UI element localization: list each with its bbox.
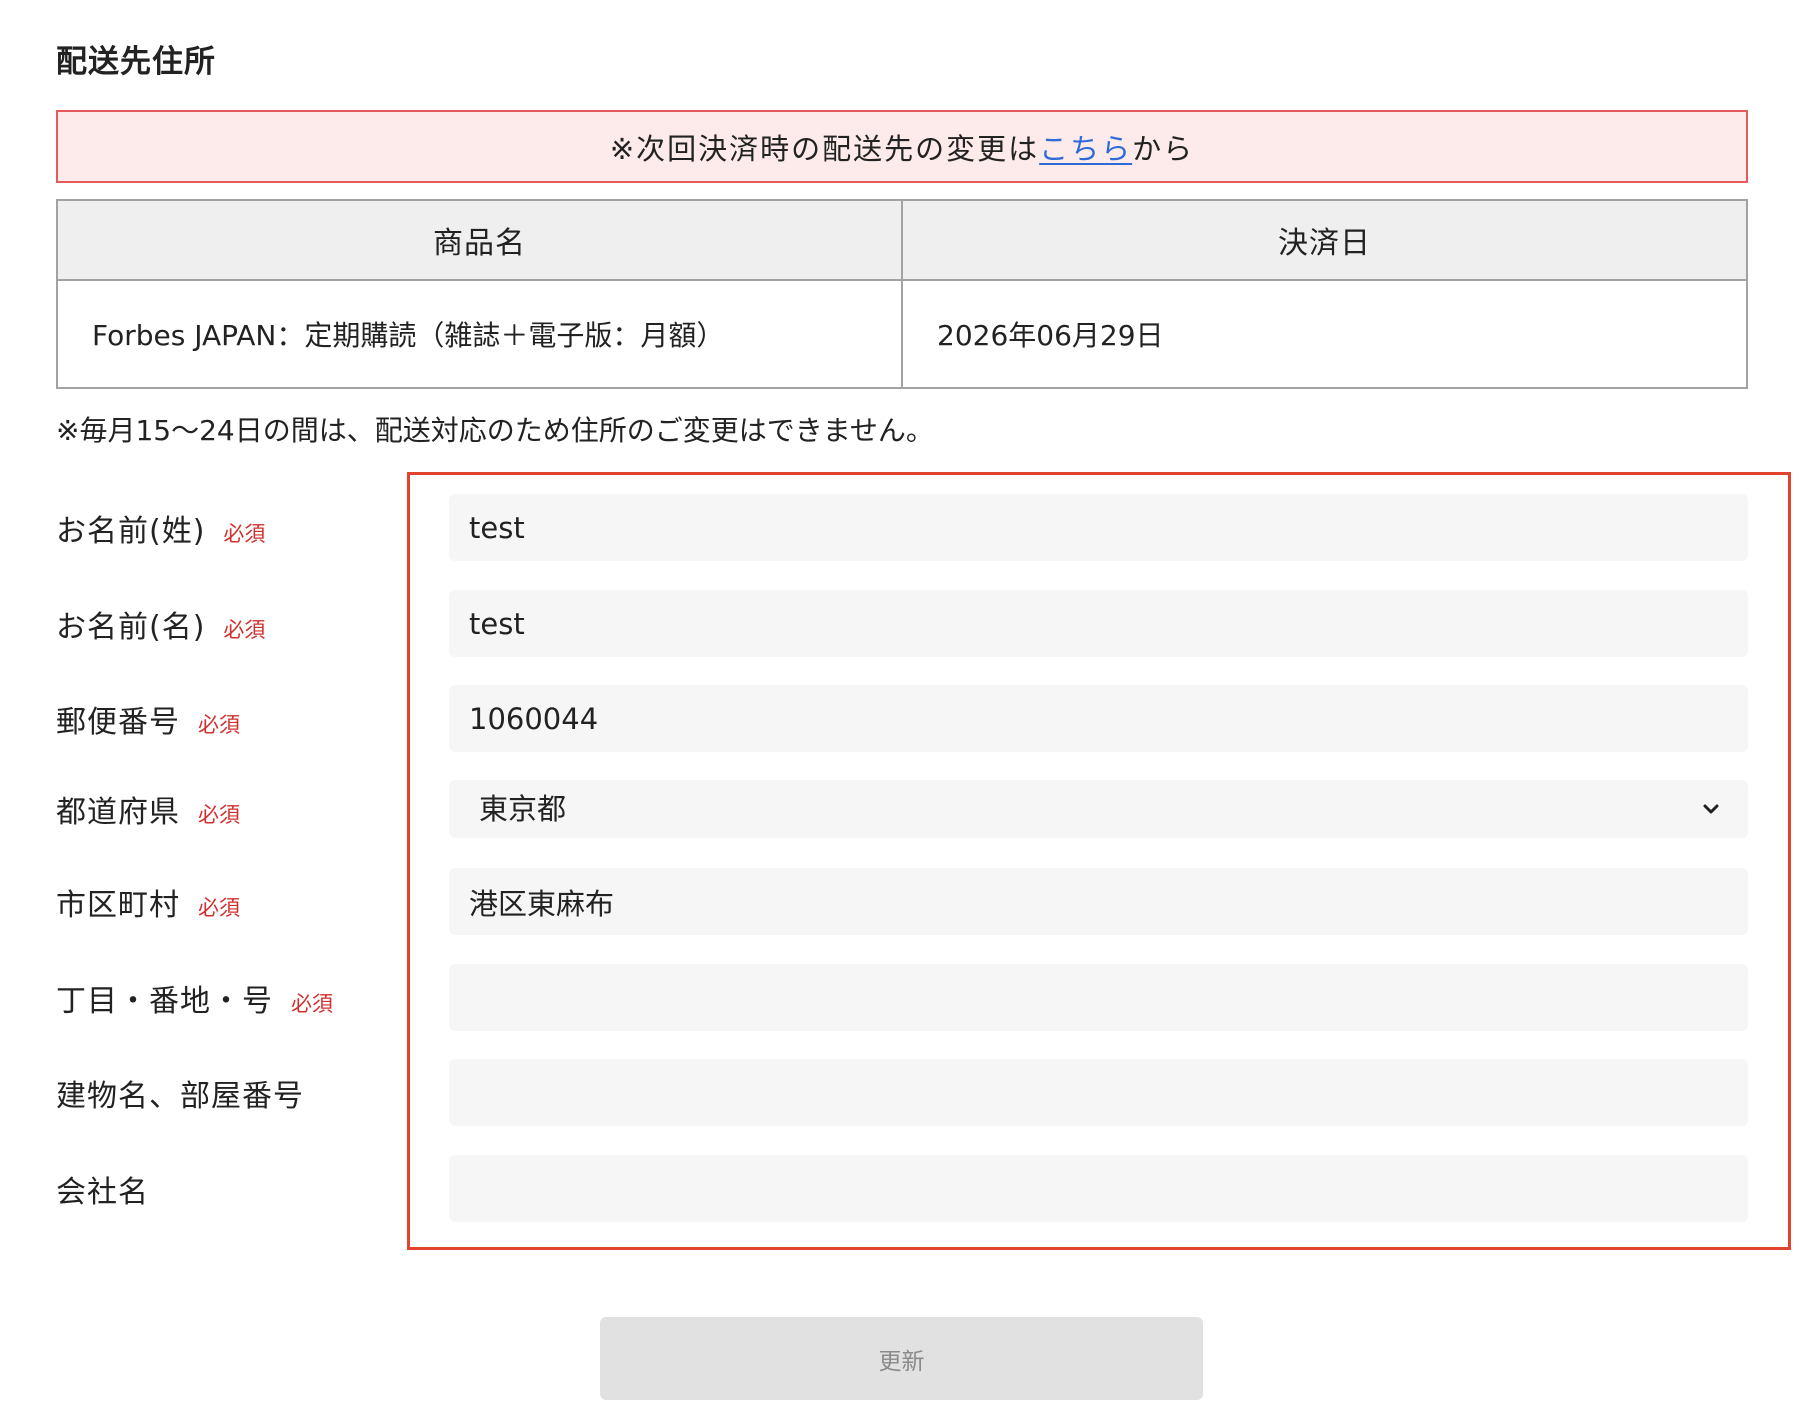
field-label: 郵便番号 必須 (56, 697, 449, 741)
form-row-building: 建物名、部屋番号 (56, 1059, 1748, 1126)
field-label-text: 市区町村 (56, 887, 180, 923)
notice-text-prefix: ※次回決済時の配送先の変更は (609, 131, 1040, 166)
form-row-prefecture: 都道府県 必須 東京都 (56, 780, 1748, 838)
notice-text-suffix: から (1132, 131, 1195, 166)
street-address-input[interactable] (449, 964, 1748, 1031)
table-row: Forbes JAPAN：定期購読（雑誌＋電子版：月額） 2026年06月29日 (56, 279, 1748, 389)
building-room-input[interactable] (449, 1059, 1748, 1126)
field-label: 建物名、部屋番号 (56, 1071, 449, 1115)
form-row-first-name: お名前(名) 必須 (56, 590, 1748, 657)
required-badge: 必須 (223, 617, 266, 642)
required-badge: 必須 (198, 803, 240, 827)
field-label-text: お名前(名) (56, 609, 206, 645)
required-badge: 必須 (223, 521, 266, 546)
first-name-input[interactable] (449, 590, 1748, 657)
last-name-input[interactable] (449, 494, 1748, 561)
prefecture-select-wrapper[interactable]: 東京都 (449, 780, 1748, 838)
field-label: 会社名 (56, 1167, 449, 1211)
field-label-text: 丁目・番地・号 (56, 983, 273, 1019)
form-row-street-address: 丁目・番地・号 必須 (56, 964, 1748, 1031)
postal-code-input[interactable] (449, 685, 1748, 752)
city-input[interactable] (449, 868, 1748, 935)
column-header-payment-date: 決済日 (901, 199, 1748, 281)
prefecture-select[interactable]: 東京都 (449, 780, 1748, 838)
cell-payment-date: 2026年06月29日 (901, 279, 1748, 389)
field-label: 都道府県 必須 (56, 787, 449, 831)
field-label-text: 建物名、部屋番号 (56, 1078, 304, 1114)
required-badge: 必須 (198, 895, 240, 920)
order-table: 商品名 決済日 Forbes JAPAN：定期購読（雑誌＋電子版：月額） 202… (56, 199, 1748, 389)
field-label: お名前(姓) 必須 (56, 506, 449, 550)
field-label-text: 都道府県 (56, 795, 180, 830)
change-next-shipping-link[interactable]: こちら (1039, 126, 1132, 168)
column-header-product: 商品名 (56, 199, 903, 281)
field-label: お名前(名) 必須 (56, 602, 449, 646)
required-badge: 必須 (198, 712, 240, 737)
form-row-last-name: お名前(姓) 必須 (56, 494, 1748, 561)
field-label-text: 会社名 (56, 1174, 149, 1210)
page-title: 配送先住所 (56, 44, 216, 80)
table-header-row: 商品名 決済日 (56, 199, 1748, 281)
company-name-input[interactable] (449, 1155, 1748, 1222)
form-row-city: 市区町村 必須 (56, 868, 1748, 935)
field-label-text: 郵便番号 (56, 704, 180, 740)
field-label: 丁目・番地・号 必須 (56, 976, 449, 1020)
update-button[interactable]: 更新 (600, 1317, 1203, 1400)
required-badge: 必須 (291, 991, 333, 1016)
field-label-text: お名前(姓) (56, 513, 206, 549)
form-row-postal-code: 郵便番号 必須 (56, 685, 1748, 752)
highlight-frame (407, 472, 1791, 1250)
cell-product-name: Forbes JAPAN：定期購読（雑誌＋電子版：月額） (56, 279, 903, 389)
address-change-note: ※毎月15〜24日の間は、配送対応のため住所のご変更はできません。 (56, 414, 934, 447)
field-label: 市区町村 必須 (56, 880, 449, 924)
notice-banner: ※次回決済時の配送先の変更は こちら から (56, 110, 1748, 183)
form-row-company: 会社名 (56, 1155, 1748, 1222)
